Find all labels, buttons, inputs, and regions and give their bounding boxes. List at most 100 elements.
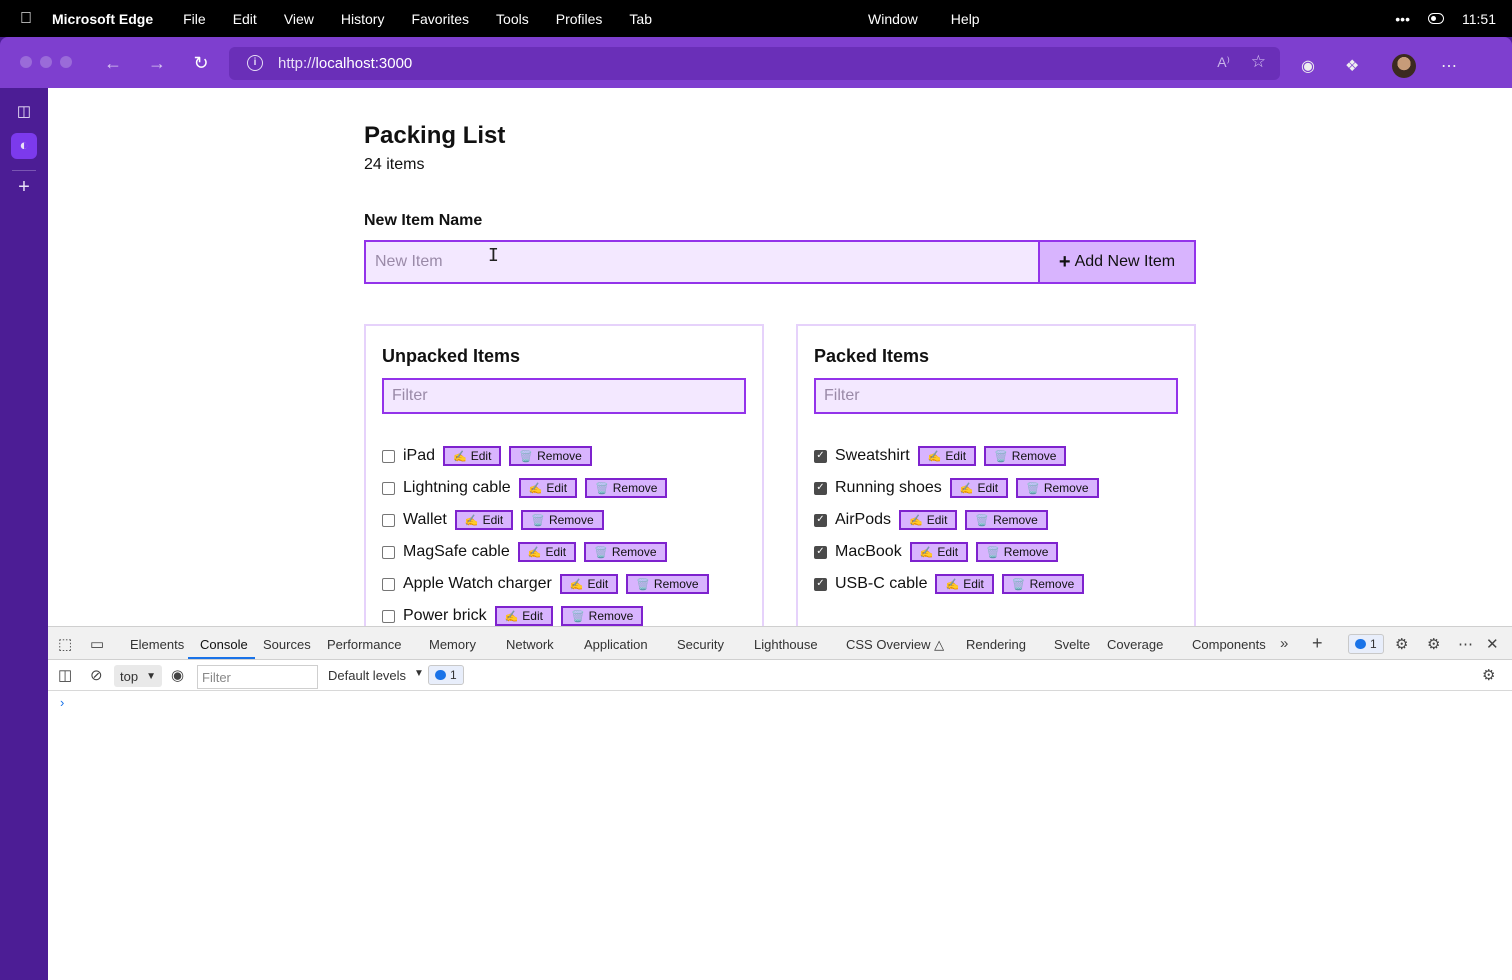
menu-favorites[interactable]: Favorites	[411, 11, 469, 27]
item-checkbox[interactable]	[382, 449, 395, 463]
edit-button[interactable]: ✍️ Edit	[917, 446, 977, 466]
remove-button[interactable]: 🗑️ Remove	[976, 542, 1059, 562]
log-levels-dropdown[interactable]: Default levels ▼	[328, 668, 424, 683]
tab-performance[interactable]: Performance	[327, 637, 401, 652]
new-tab-plus-icon[interactable]: +	[11, 174, 37, 200]
packed-filter-input[interactable]	[814, 378, 1178, 414]
tab-actions-icon[interactable]: ◫	[11, 99, 37, 125]
edit-button[interactable]: ✍️ Edit	[454, 510, 514, 530]
remove-button[interactable]: 🗑️ Remove	[560, 606, 644, 626]
menu-tab[interactable]: Tab	[629, 11, 652, 27]
item-checkbox[interactable]	[382, 481, 395, 495]
menu-edit[interactable]: Edit	[233, 11, 257, 27]
menu-history[interactable]: History	[341, 11, 385, 27]
menu-profiles[interactable]: Profiles	[556, 11, 603, 27]
minimize-window-button[interactable]	[40, 56, 52, 68]
add-tab-plus-icon[interactable]: +	[1312, 633, 1323, 654]
remove-button[interactable]: 🗑️ Remove	[509, 446, 592, 466]
item-checkbox[interactable]	[382, 577, 395, 591]
device-emulation-icon[interactable]: ▭	[90, 635, 104, 653]
edit-button[interactable]: ✍️ Edit	[949, 478, 1009, 498]
new-item-input[interactable]	[364, 240, 1040, 284]
edit-button[interactable]: ✍️ Edit	[935, 574, 994, 594]
browser-essentials-icon[interactable]: ◉	[1301, 56, 1315, 76]
remove-button[interactable]: 🗑️ Remove	[984, 446, 1067, 466]
address-bar[interactable]: i http://localhost:3000 A⁾ ☆	[229, 47, 1280, 80]
console-prompt-chevron-icon[interactable]: ›	[60, 695, 64, 710]
menu-file[interactable]: File	[183, 11, 206, 27]
more-tabs-chevron-icon[interactable]: »	[1280, 635, 1288, 652]
context-selector[interactable]: top ▼	[114, 665, 162, 687]
menu-tools[interactable]: Tools	[496, 11, 529, 27]
profile-avatar[interactable]	[1392, 54, 1416, 78]
menu-help[interactable]: Help	[951, 11, 980, 27]
console-settings-gear-icon[interactable]: ⚙	[1482, 666, 1495, 684]
edit-button[interactable]: ✍️ Edit	[899, 510, 958, 530]
control-center-icon[interactable]	[1428, 13, 1444, 24]
sidebar-toggle-icon[interactable]: ◫	[58, 666, 72, 684]
item-checkbox[interactable]	[382, 609, 395, 623]
menu-app-name[interactable]: Microsoft Edge	[52, 11, 153, 27]
feedback-icon[interactable]: ⚙	[1427, 635, 1440, 653]
edit-button[interactable]: ✍️ Edit	[559, 574, 619, 594]
back-arrow-icon[interactable]: ←	[101, 51, 125, 75]
clear-console-icon[interactable]: ⊘	[90, 666, 103, 684]
tab-memory[interactable]: Memory	[429, 637, 476, 652]
remove-button[interactable]: 🗑️ Remove	[584, 542, 667, 562]
tab-sources[interactable]: Sources	[263, 637, 311, 652]
tab-rendering[interactable]: Rendering	[966, 637, 1026, 652]
apple-icon[interactable]: 	[0, 10, 52, 28]
close-devtools-icon[interactable]: ✕	[1486, 635, 1499, 653]
tab-application[interactable]: Application	[584, 637, 648, 652]
inspect-element-icon[interactable]: ⬚	[58, 635, 72, 653]
close-window-button[interactable]	[20, 56, 32, 68]
read-aloud-icon[interactable]: A⁾	[1217, 54, 1230, 71]
item-checkbox-checked[interactable]: ✓	[814, 481, 827, 495]
remove-button[interactable]: 🗑️ Remove	[626, 574, 709, 594]
item-checkbox-checked[interactable]: ✓	[814, 577, 827, 591]
url-text[interactable]: http://localhost:3000	[278, 55, 412, 72]
tab-css-overview[interactable]: CSS Overview △	[846, 637, 944, 653]
edit-button[interactable]: ✍️ Edit	[443, 446, 502, 466]
devtools-menu-icon[interactable]: ⋯	[1458, 635, 1473, 653]
tab-network[interactable]: Network	[506, 637, 554, 652]
console-filter-input[interactable]	[197, 665, 318, 689]
item-checkbox[interactable]	[382, 513, 395, 527]
remove-button[interactable]: 🗑️ Remove	[1016, 478, 1099, 498]
item-checkbox-checked[interactable]: ✓	[814, 449, 827, 463]
remove-button[interactable]: 🗑️ Remove	[1001, 574, 1085, 594]
unpacked-filter-input[interactable]	[382, 378, 746, 414]
remove-button[interactable]: 🗑️ Remove	[965, 510, 1048, 530]
zoom-window-button[interactable]	[60, 56, 72, 68]
remove-button[interactable]: 🗑️ Remove	[521, 510, 604, 530]
forward-arrow-icon[interactable]: →	[145, 51, 169, 75]
issues-badge[interactable]: 1	[1348, 634, 1384, 654]
add-new-item-button[interactable]: + Add New Item	[1038, 240, 1196, 284]
messages-badge[interactable]: 1	[428, 665, 464, 685]
item-checkbox-checked[interactable]: ✓	[814, 513, 827, 527]
extensions-icon[interactable]: ❖	[1345, 56, 1359, 76]
tab-components[interactable]: Components	[1192, 637, 1266, 652]
edit-button[interactable]: ✍️ Edit	[518, 478, 578, 498]
menu-view[interactable]: View	[284, 11, 314, 27]
edit-button[interactable]: ✍️ Edit	[909, 542, 969, 562]
tab-lighthouse[interactable]: Lighthouse	[754, 637, 818, 652]
active-tab-favicon-icon[interactable]: ◐	[11, 133, 37, 159]
item-checkbox-checked[interactable]: ✓	[814, 545, 827, 559]
more-dots-icon[interactable]: •••	[1395, 11, 1410, 27]
edit-button[interactable]: ✍️ Edit	[494, 606, 553, 626]
add-favorite-icon[interactable]: ☆	[1251, 52, 1266, 72]
item-checkbox[interactable]	[382, 545, 395, 559]
live-expression-eye-icon[interactable]: ◉	[171, 666, 184, 684]
menu-window[interactable]: Window	[868, 11, 918, 27]
clock[interactable]: 11:51	[1462, 11, 1496, 27]
tab-elements[interactable]: Elements	[130, 637, 184, 652]
settings-gear-icon[interactable]: ⚙	[1395, 635, 1408, 653]
tab-console[interactable]: Console	[200, 637, 248, 652]
remove-button[interactable]: 🗑️ Remove	[585, 478, 668, 498]
tab-coverage[interactable]: Coverage	[1107, 637, 1163, 652]
tab-svelte[interactable]: Svelte	[1054, 637, 1090, 652]
site-info-icon[interactable]: i	[247, 55, 263, 71]
settings-more-icon[interactable]: ⋯	[1441, 56, 1457, 76]
refresh-icon[interactable]: ↻	[189, 51, 213, 75]
